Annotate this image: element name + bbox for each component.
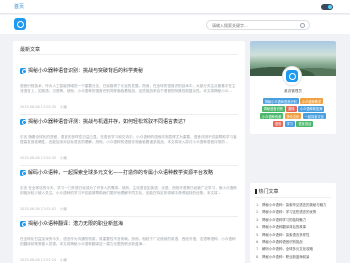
article-meta: 2025-06-08 17:03:35 小编 (20, 104, 238, 109)
article-title[interactable]: 解码小众语种，一起探索全球多元文化——打造你的专属小众语种教学资源平台攻略 (28, 170, 213, 176)
article-author: 小编 (60, 206, 67, 211)
article-item: 解码小众语种，一起探索全球多元文化——打造你的专属小众语种教学资源平台攻略 引言… (20, 162, 238, 217)
section-divider (20, 54, 238, 55)
tag-chip[interactable]: 一起探索文化 (302, 113, 326, 119)
tag-chip[interactable]: 小众语种资源 (260, 113, 284, 119)
search-box (206, 20, 310, 30)
theme-toggle[interactable] (321, 4, 333, 10)
hot-list-item[interactable]: 8. 揭秘小众语种：职业新蓝海前景 (256, 254, 332, 259)
article-meta: 2025-06-08 17:01:24 小编 (20, 257, 238, 262)
article-title[interactable]: 揭秘小众语种翻译：潜力无限的职业新蓝海 (28, 221, 123, 227)
article-logo-icon (20, 118, 27, 125)
hot-title: 热门文章 (255, 188, 279, 195)
hot-articles-panel: 热门文章 1. 揭秘小众语种：探索罕见语言的奥秘与魅力 2. 揭秘小众语种：学习这些语… (250, 183, 336, 263)
article-meta: 2025-06-08 17:02:35 小编 (20, 155, 238, 160)
hot-item-label: 揭秘小众语种翻译背后的故事 (262, 225, 307, 230)
hot-list-item[interactable]: 1. 揭秘小众语种：探索罕见语言的奥秘与魅力 (256, 202, 332, 207)
article-title[interactable]: 揭秘小众器种语音识别：挑战与突破背后的科学奥秘 (28, 68, 143, 74)
hot-item-label: 揭秘小众语种：职业新蓝海前景 (262, 254, 310, 259)
hot-list-item[interactable]: 4. 揭秘小众语种翻译背后的故事 (256, 224, 332, 229)
tag-chip[interactable]: 学习 (284, 120, 295, 127)
profile-name: 桌游管理员 (284, 89, 302, 93)
section-title: 最新文章 (20, 47, 41, 53)
hot-list-item[interactable]: 7. 解码小众语种，全球多元文化攻略 (256, 246, 332, 251)
toggle-knob (328, 5, 332, 9)
tag-chip[interactable]: 小众语种新蓝海 (297, 105, 325, 112)
hot-item-label: 解码小众语种，全球多元文化攻略 (262, 247, 313, 252)
hot-list-item[interactable]: 2. 揭秘小众语种：学习这些语言的优势 (256, 209, 332, 214)
logo-ring-icon (16, 20, 24, 28)
top-bar: 首页 (0, 0, 350, 14)
article-excerpt: 引言 随着全球化的进程，语言的多样性日益凸显。在语言学习和交流中，小众语种的语音… (20, 135, 237, 145)
article-date: 2025-06-08 17:01:24 (20, 257, 57, 262)
search-input[interactable] (212, 22, 296, 29)
article-item: 揭秘小众器种语音评测：挑战与机遇并存，如何轻松驾驭不同语言表达？ 引言 随着全球… (20, 111, 238, 166)
avatar[interactable] (282, 66, 302, 86)
article-meta: 2025-06-08 17:02:02 小编 (20, 206, 238, 211)
title-bar-icon (255, 188, 257, 194)
tag-chip[interactable]: 小众语种教学 (300, 98, 324, 104)
article-logo-icon (20, 67, 27, 74)
site-header (0, 15, 350, 34)
article-item: 揭秘小众器种语音识别：挑战与突破背后的科学奥秘 语音识别技术，作为人工智能领域的… (20, 60, 238, 115)
tag-cloud: 揭秘小众语种语音识别 小众语种教学揭秘语音识别 翻译 小众语种新蓝海小众语种资源 多元文… (256, 98, 330, 128)
hot-item-label: 揭秘小众语种学习的独特魅力 (262, 217, 307, 222)
hot-list-item[interactable]: 3. 揭秘小众语种学习的独特魅力 (256, 217, 332, 222)
article-excerpt: 在全球化日益加深的今天，语言作为沟通的桥梁，其重要性不言而喻。然而，相较于广泛使… (20, 237, 236, 247)
article-item: 揭秘小众语种翻译：潜力无限的职业新蓝海 在全球化日益加深的今天，语言作为沟通的桥… (20, 213, 238, 262)
tag-chip[interactable]: 揭秘小众语种语音识别 (262, 98, 299, 104)
hot-divider (255, 197, 331, 198)
tag-chip[interactable]: 揭秘语音识别 (261, 105, 285, 112)
home-link[interactable]: 首页 (14, 3, 24, 10)
hot-item-label: 揭秘小众语种：学习这些语言的优势 (262, 210, 317, 215)
hot-item-label: 揭秘小众语种：探索罕见语言的奥秘与魅力 (262, 203, 327, 207)
article-date: 2025-06-08 17:02:02 (20, 206, 57, 211)
tag-chip[interactable]: 语言挑战 (296, 120, 314, 127)
article-logo-icon (20, 220, 27, 227)
article-date: 2025-06-08 17:03:35 (20, 104, 57, 109)
article-author: 小编 (60, 104, 67, 109)
hot-list-item[interactable]: 5. 揭秘小众语种：探索语言多样性 (256, 232, 332, 237)
hot-item-label: 揭秘小众语种语音识别挑战 (262, 240, 303, 244)
article-excerpt: 语音识别技术，作为人工智能领域的一个重要分支，已经取得了长足的发展。然而，在全球… (20, 84, 236, 94)
article-logo-icon (20, 169, 27, 176)
tag-chip[interactable]: 语音 (272, 120, 284, 127)
tag-chip[interactable]: 翻译 (286, 105, 297, 112)
article-author: 小编 (60, 257, 67, 262)
hot-item-label: 揭秘小众语种：探索语言多样性 (262, 232, 310, 237)
search-icon[interactable] (300, 22, 305, 28)
profile-card: 桌游管理员 揭秘小众语种语音识别 小众语种教学揭秘语音识别 翻译 小众语种新蓝海小众语… (250, 41, 336, 134)
avatar-logo-icon (286, 70, 298, 82)
tag-chip[interactable]: 多元文化 (284, 113, 302, 119)
article-excerpt: 引言 在全球化的今天，学习一门外语已经成为了许多人的需求。然而，主流语言如英语、… (20, 186, 237, 196)
site-logo[interactable] (14, 18, 26, 30)
article-title[interactable]: 揭秘小众器种语音评测：挑战与机遇并存，如何轻松驾驭不同语言表达？ (28, 119, 188, 125)
hot-list-item[interactable]: 6. 揭秘小众语种语音识别挑战 (256, 239, 332, 244)
latest-articles-panel: 最新文章 揭秘小众器种语音识别：挑战与突破背后的科学奥秘 语音识别技术，作为人工… (13, 41, 245, 263)
hot-title-text: 热门文章 (258, 189, 279, 195)
article-date: 2025-06-08 17:02:35 (20, 155, 57, 160)
article-author: 小编 (60, 155, 67, 160)
